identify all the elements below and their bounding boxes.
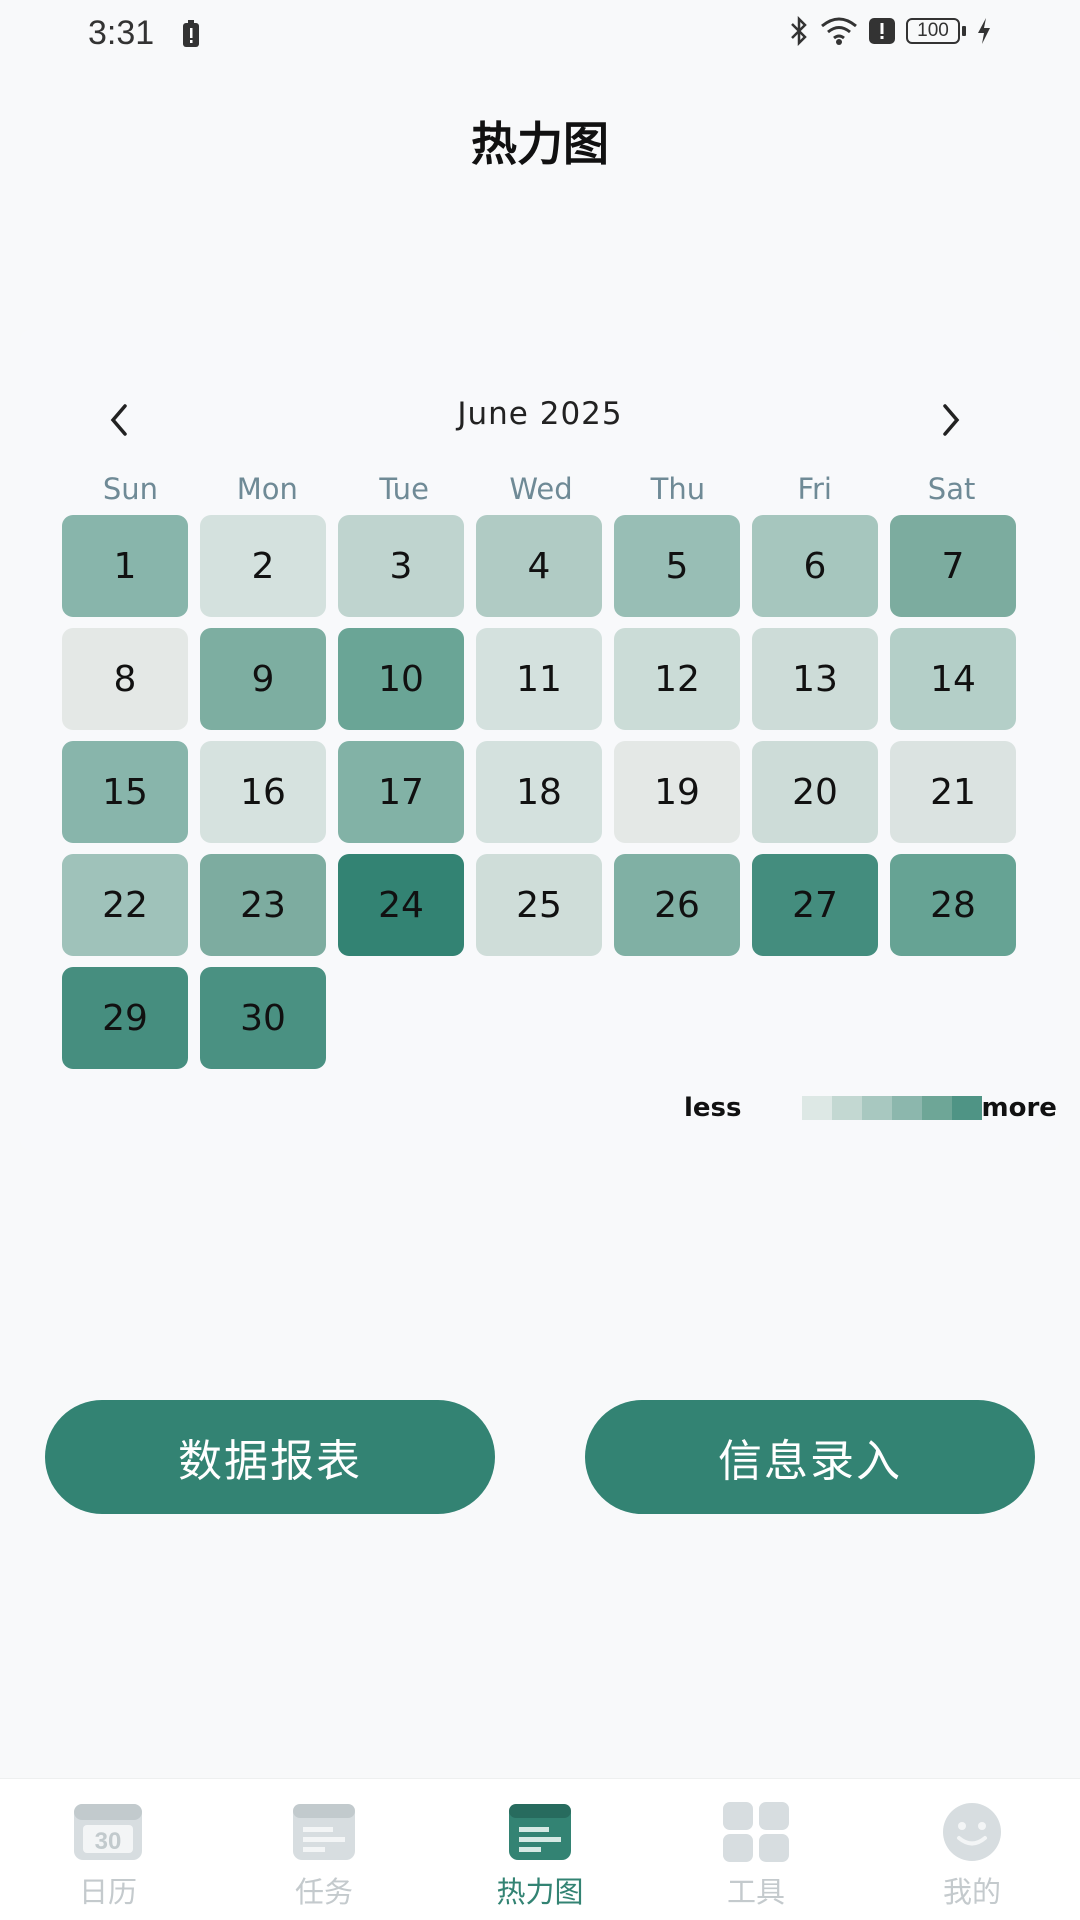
day-cell[interactable]: 3 [338, 515, 464, 617]
day-cell[interactable]: 27 [752, 854, 878, 956]
heatmap-grid: 1 2 3 4 5 6 7 8 9 10 11 12 13 14 15 16 17 18 19 20 21 22 23 24 2… [62, 515, 1020, 1069]
tab-tools[interactable]: 工具 [648, 1779, 864, 1920]
legend-swatch [951, 1096, 982, 1120]
day-cell[interactable]: 22 [62, 854, 188, 956]
tab-profile[interactable]: 我的 [864, 1779, 1080, 1920]
tab-label: 我的 [942, 1875, 1001, 1909]
day-cell[interactable]: 30 [200, 967, 326, 1069]
day-cell[interactable]: 17 [338, 741, 464, 843]
legend-swatch [831, 1096, 862, 1120]
day-cell[interactable]: 15 [62, 741, 188, 843]
weekday-label: Thu [650, 472, 706, 506]
legend-swatch [921, 1096, 952, 1120]
grid-tools-icon [719, 1801, 793, 1863]
battery-indicator: 100 [906, 18, 966, 44]
weekday-label: Fri [797, 472, 832, 506]
weekday-header: Sun Mon Tue Wed Thu Fri Sat [62, 472, 1020, 506]
tab-tasks[interactable]: 任务 [216, 1779, 432, 1920]
month-title: June 2025 [457, 396, 623, 432]
status-bar: 3:31 100 [0, 0, 1080, 70]
day-cell[interactable]: 9 [200, 628, 326, 730]
heatmap-icon [503, 1801, 577, 1863]
tab-label: 日历 [78, 1875, 137, 1909]
smiley-profile-icon [935, 1801, 1009, 1863]
day-cell[interactable]: 16 [200, 741, 326, 843]
legend-swatch [861, 1096, 892, 1120]
day-cell[interactable]: 1 [62, 515, 188, 617]
day-cell[interactable]: 6 [752, 515, 878, 617]
svg-text:30: 30 [95, 1828, 122, 1855]
heatmap-legend: less more [684, 1093, 1057, 1123]
legend-swatch [891, 1096, 922, 1120]
chevron-right-icon [943, 404, 960, 436]
status-icons: 100 [788, 16, 992, 46]
weekday-label: Wed [509, 472, 573, 506]
wifi-icon [820, 16, 858, 46]
tab-heatmap[interactable]: 热力图 [432, 1779, 648, 1920]
legend-swatch [771, 1096, 802, 1120]
bluetooth-icon [788, 16, 810, 46]
weekday-label: Sat [927, 472, 976, 506]
day-cell[interactable]: 19 [614, 741, 740, 843]
legend-swatch [801, 1096, 832, 1120]
weekday-label: Mon [236, 472, 298, 506]
weekday-label: Sun [102, 472, 159, 506]
tab-label: 任务 [294, 1875, 353, 1909]
battery-level: 100 [906, 18, 960, 44]
day-cell[interactable]: 18 [476, 741, 602, 843]
day-cell[interactable]: 23 [200, 854, 326, 956]
day-cell[interactable]: 7 [890, 515, 1016, 617]
bottom-tab-bar: 30 日历 任务 热力图 工具 我的 [0, 1778, 1080, 1920]
day-cell[interactable]: 20 [752, 741, 878, 843]
day-cell[interactable]: 12 [614, 628, 740, 730]
day-cell[interactable]: 29 [62, 967, 188, 1069]
page-title: 热力图 [471, 117, 609, 171]
weekday-label: Tue [379, 472, 429, 506]
tab-calendar[interactable]: 30 日历 [0, 1779, 216, 1920]
info-entry-button[interactable]: 信息录入 [585, 1400, 1035, 1514]
charging-icon [976, 17, 992, 45]
day-cell[interactable]: 11 [476, 628, 602, 730]
day-cell[interactable]: 10 [338, 628, 464, 730]
tab-label: 热力图 [496, 1875, 584, 1909]
day-cell[interactable]: 5 [614, 515, 740, 617]
day-cell[interactable]: 26 [614, 854, 740, 956]
day-cell[interactable]: 2 [200, 515, 326, 617]
day-cell[interactable]: 4 [476, 515, 602, 617]
day-cell[interactable]: 13 [752, 628, 878, 730]
day-cell[interactable]: 8 [62, 628, 188, 730]
day-cell[interactable]: 14 [890, 628, 1016, 730]
day-cell[interactable]: 21 [890, 741, 1016, 843]
day-cell[interactable]: 24 [338, 854, 464, 956]
calendar-icon: 30 [71, 1801, 145, 1863]
battery-alert-icon [182, 20, 200, 52]
next-month-button[interactable] [926, 395, 976, 445]
legend-more-label: more [981, 1093, 1057, 1123]
day-cell[interactable]: 28 [890, 854, 1016, 956]
alert-icon [868, 17, 896, 45]
data-report-button[interactable]: 数据报表 [45, 1400, 495, 1514]
legend-less-label: less [684, 1093, 742, 1123]
tab-label: 工具 [726, 1875, 785, 1909]
day-cell[interactable]: 25 [476, 854, 602, 956]
task-icon [287, 1801, 361, 1863]
legend-swatches [771, 1096, 982, 1120]
status-time: 3:31 [88, 14, 155, 52]
